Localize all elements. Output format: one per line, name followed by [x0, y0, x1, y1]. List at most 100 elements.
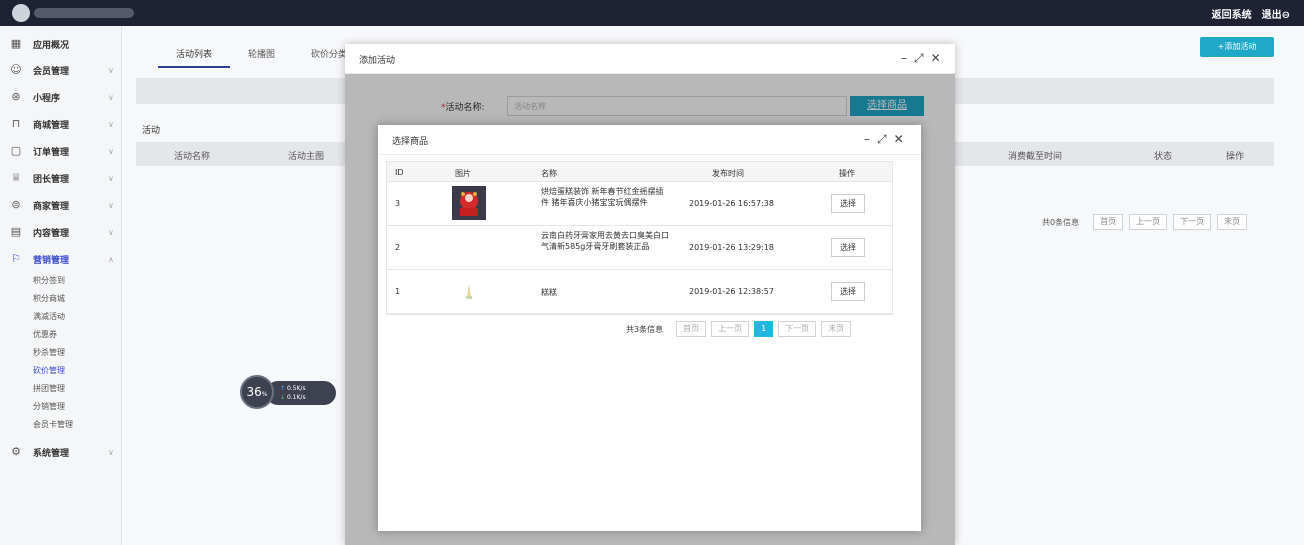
- minimize-icon[interactable]: –: [901, 51, 907, 66]
- users-icon: ☺: [10, 63, 22, 76]
- modal-header: 选择商品 – ⤢ ✕: [378, 125, 921, 155]
- app-name-blurred: [34, 8, 134, 18]
- column-header: 操作: [1226, 152, 1245, 162]
- prev-page-button[interactable]: 上一页: [1129, 214, 1168, 230]
- network-speed-widget[interactable]: ↑ 0.5K/s ↓ 0.1K/s 36%: [240, 375, 336, 409]
- chevron-down-icon: ∨: [108, 92, 114, 102]
- maximize-icon[interactable]: ⤢: [877, 132, 887, 147]
- prev-page-button[interactable]: 上一页: [711, 321, 750, 337]
- sub-item-bargain[interactable]: 砍价管理: [33, 365, 65, 376]
- sub-item-discount[interactable]: 满减活动: [33, 311, 65, 322]
- maximize-icon[interactable]: ⤢: [914, 51, 924, 66]
- sidebar-item-leaders[interactable]: ♕ 团长管理 ∨: [0, 166, 122, 190]
- goods-id: 2: [395, 243, 401, 252]
- sidebar: ▦ 应用概况 ☺ 会员管理 ∨ ⊛ 小程序 ∨ ⊓ 商城管理 ∨ ▢ 订单管理 …: [0, 26, 122, 545]
- sidebar-item-mall[interactable]: ⊓ 商城管理 ∨: [0, 112, 122, 136]
- logout-icon: ⊖: [1281, 10, 1290, 21]
- sidebar-item-marketing[interactable]: ⚐ 营销管理 ∧: [0, 247, 122, 271]
- current-page-button[interactable]: 1: [754, 321, 774, 337]
- chevron-up-icon: ∧: [108, 254, 114, 264]
- modal-title: 选择商品: [392, 137, 429, 147]
- percent-value: 36: [246, 385, 262, 399]
- goods-name: 烘焙蛋糕装饰 新年春节红金摇摆插件 猪年喜庆小猪宝宝玩偶摆件: [541, 187, 664, 207]
- pager-total: 共3条信息: [626, 324, 664, 334]
- column-header: 消费截至时间: [1008, 152, 1063, 162]
- sidebar-item-orders[interactable]: ▢ 订单管理 ∨: [0, 139, 122, 163]
- sidebar-item-label: 内容管理: [33, 228, 70, 239]
- goods-id: 1: [395, 287, 401, 296]
- last-page-button[interactable]: 末页: [821, 321, 852, 337]
- sidebar-item-content[interactable]: ▤ 内容管理 ∨: [0, 220, 122, 244]
- chevron-down-icon: ∨: [108, 65, 114, 75]
- grid-icon: ▦: [10, 37, 22, 50]
- close-icon[interactable]: ✕: [894, 132, 904, 147]
- app-logo[interactable]: [8, 3, 136, 23]
- sidebar-item-merchants[interactable]: ⊜ 商家管理 ∨: [0, 193, 122, 217]
- add-activity-button[interactable]: +添加活动: [1200, 37, 1274, 57]
- sidebar-item-miniprogram[interactable]: ⊛ 小程序 ∨: [0, 85, 122, 109]
- sidebar-item-label: 会员管理: [33, 66, 70, 77]
- goods-time: 2019-01-26 16:57:38: [689, 199, 774, 208]
- column-header: 发布时间: [712, 169, 744, 178]
- sub-item-points-mall[interactable]: 积分商城: [33, 293, 65, 304]
- modal-title: 添加活动: [359, 56, 396, 66]
- goods-image: [452, 274, 486, 308]
- select-button[interactable]: 选择: [831, 238, 865, 257]
- logo-icon: [12, 4, 30, 22]
- sidebar-item-system[interactable]: ⚙ 系统管理 ∨: [0, 440, 122, 464]
- order-icon: ▢: [10, 144, 22, 157]
- sidebar-item-label: 应用概况: [33, 40, 70, 51]
- sidebar-item-label: 团长管理: [33, 174, 70, 185]
- minimize-icon[interactable]: –: [864, 132, 870, 147]
- logout-link[interactable]: 退出⊖: [1262, 6, 1290, 21]
- tab-activity-list[interactable]: 活动列表: [158, 46, 231, 68]
- store-icon: ⊜: [11, 198, 21, 211]
- download-speed: 0.1K/s: [286, 394, 306, 401]
- back-to-system-link[interactable]: 返回系统: [1212, 6, 1252, 21]
- sub-item-points-signin[interactable]: 积分签到: [33, 275, 65, 286]
- goods-name: 云南白药牙膏家用去黄去口臭美白口气清新585g牙膏牙刷套装正品: [541, 231, 669, 251]
- chevron-down-icon: ∨: [108, 227, 114, 237]
- sidebar-item-overview[interactable]: ▦ 应用概况: [0, 32, 122, 56]
- miniprogram-icon: ⊛: [11, 90, 21, 103]
- sub-item-flash-sale[interactable]: 秒杀管理: [33, 347, 65, 358]
- chevron-down-icon: ∨: [108, 447, 114, 457]
- upload-speed: 0.5K/s: [286, 385, 306, 392]
- next-page-button[interactable]: 下一页: [778, 321, 817, 337]
- first-page-button[interactable]: 首页: [676, 321, 707, 337]
- column-header: 活动名称: [174, 152, 211, 162]
- sidebar-item-label: 营销管理: [33, 255, 70, 266]
- sub-item-distribution[interactable]: 分销管理: [33, 401, 65, 412]
- percent-unit: %: [261, 391, 268, 398]
- sub-item-coupons[interactable]: 优惠券: [33, 329, 57, 340]
- table-row: 3 烘焙蛋糕装饰 新年春节红金摇摆插件 猪年喜庆小猪宝宝玩偶摆件 2019-01…: [387, 182, 892, 226]
- tab-banner[interactable]: 轮播图: [230, 46, 293, 68]
- select-button[interactable]: 选择: [831, 282, 865, 301]
- chevron-down-icon: ∨: [108, 119, 114, 129]
- goods-time: 2019-01-26 13:29:18: [689, 243, 774, 252]
- goods-pager: 共3条信息 首页 上一页 1 下一页 末页: [626, 321, 852, 337]
- sidebar-item-label: 系统管理: [33, 448, 70, 459]
- logout-label: 退出: [1261, 10, 1282, 21]
- sidebar-item-members[interactable]: ☺ 会员管理 ∨: [0, 58, 122, 82]
- chevron-down-icon: ∨: [108, 146, 114, 156]
- modal-header: 添加活动 – ⤢ ✕: [345, 44, 955, 74]
- sub-item-member-card[interactable]: 会员卡管理: [33, 419, 73, 430]
- last-page-button[interactable]: 末页: [1217, 214, 1248, 230]
- chevron-down-icon: ∨: [108, 200, 114, 210]
- first-page-button[interactable]: 首页: [1093, 214, 1124, 230]
- next-page-button[interactable]: 下一页: [1173, 214, 1212, 230]
- cpu-percent: 36%: [240, 375, 274, 409]
- crown-icon: ♕: [11, 171, 21, 184]
- sub-item-group-buy[interactable]: 拼团管理: [33, 383, 65, 394]
- select-button[interactable]: 选择: [831, 194, 865, 213]
- sidebar-item-label: 商城管理: [33, 120, 70, 131]
- goods-name: 糕糕: [541, 288, 557, 297]
- goods-id: 3: [395, 199, 401, 208]
- column-header: 活动主图: [288, 152, 325, 162]
- table-row: 1 糕糕 2019-01-26 12:38:57 选择: [387, 270, 892, 314]
- close-icon[interactable]: ✕: [931, 51, 941, 66]
- download-arrow-icon: ↓: [280, 394, 286, 401]
- activity-pager: 共0条信息 首页 上一页 下一页 末页: [1042, 214, 1248, 230]
- sidebar-item-label: 商家管理: [33, 201, 70, 212]
